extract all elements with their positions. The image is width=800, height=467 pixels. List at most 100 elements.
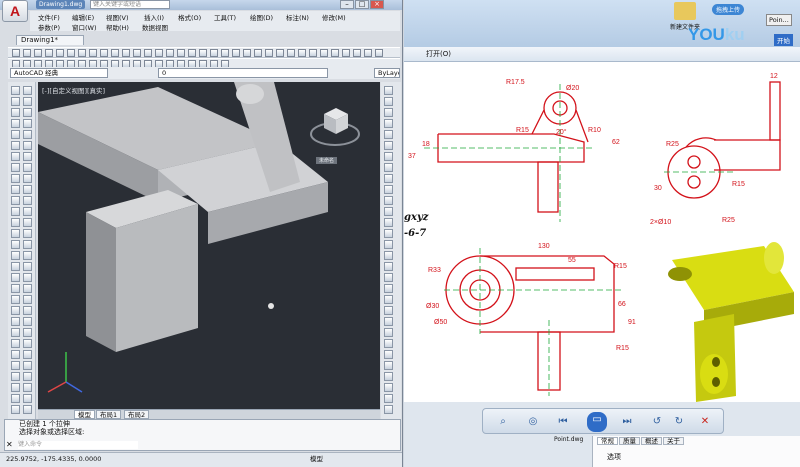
tool-button-icon[interactable]	[23, 317, 32, 326]
tool-button-icon[interactable]	[11, 86, 20, 95]
tool-button-icon[interactable]	[23, 108, 32, 117]
tool-button-icon[interactable]	[11, 262, 20, 271]
file-title-tab[interactable]: Drawing1.dwg	[36, 0, 86, 9]
tool-button-icon[interactable]	[384, 350, 393, 359]
tool-button-icon[interactable]	[23, 361, 32, 370]
tool-button-icon[interactable]	[23, 141, 32, 150]
menu-help[interactable]: 帮助(H)	[106, 22, 129, 32]
tool-button-icon[interactable]	[23, 196, 32, 205]
tool-button-icon[interactable]	[384, 196, 393, 205]
tool-button-icon[interactable]	[23, 49, 31, 57]
tool-button-icon[interactable]	[11, 97, 20, 106]
menu-dimension[interactable]: 标注(N)	[286, 12, 309, 22]
tool-button-icon[interactable]	[384, 141, 393, 150]
tool-button-icon[interactable]	[384, 339, 393, 348]
tool-button-icon[interactable]	[11, 141, 20, 150]
tool-button-icon[interactable]	[11, 383, 20, 392]
tool-button-icon[interactable]	[11, 284, 20, 293]
tool-button-icon[interactable]	[67, 49, 75, 57]
tool-button-icon[interactable]	[384, 97, 393, 106]
tool-button-icon[interactable]	[11, 306, 20, 315]
tool-button-icon[interactable]	[364, 49, 372, 57]
tool-button-icon[interactable]	[11, 372, 20, 381]
tool-button-icon[interactable]	[331, 49, 339, 57]
tool-button-icon[interactable]	[11, 130, 20, 139]
tool-button-icon[interactable]	[384, 372, 393, 381]
viewcube-label[interactable]: 未命名	[316, 157, 338, 164]
point-tab[interactable]: Poin...	[766, 14, 792, 26]
tool-button-icon[interactable]	[384, 218, 393, 227]
menu-file[interactable]: 文件(F)	[38, 12, 60, 22]
tool-button-icon[interactable]	[11, 185, 20, 194]
tool-button-icon[interactable]	[23, 152, 32, 161]
menu-view[interactable]: 视图(V)	[106, 12, 129, 22]
menu-window[interactable]: 窗口(W)	[72, 22, 97, 32]
application-menu-button[interactable]: A	[2, 0, 28, 22]
tool-button-icon[interactable]	[11, 163, 20, 172]
tool-button-icon[interactable]	[56, 49, 64, 57]
start-button[interactable]: 开始	[774, 34, 793, 46]
tool-button-icon[interactable]	[384, 251, 393, 260]
tool-button-icon[interactable]	[11, 394, 20, 403]
menu-modify[interactable]: 修改(M)	[322, 12, 346, 22]
tool-button-icon[interactable]	[23, 174, 32, 183]
tool-button-icon[interactable]	[11, 251, 20, 260]
viewcube-icon[interactable]	[308, 104, 363, 152]
tool-button-icon[interactable]	[384, 119, 393, 128]
menu-parametric[interactable]: 参数(P)	[38, 22, 60, 32]
tool-button-icon[interactable]	[23, 185, 32, 194]
tool-button-icon[interactable]	[384, 262, 393, 271]
tool-button-icon[interactable]	[11, 273, 20, 282]
tool-button-icon[interactable]	[11, 196, 20, 205]
tool-button-icon[interactable]	[384, 207, 393, 216]
tool-button-icon[interactable]	[298, 49, 306, 57]
tool-button-icon[interactable]	[221, 49, 229, 57]
tool-button-icon[interactable]	[23, 306, 32, 315]
tool-button-icon[interactable]	[11, 405, 20, 414]
tool-button-icon[interactable]	[23, 240, 32, 249]
tool-button-icon[interactable]	[11, 207, 20, 216]
tool-button-icon[interactable]	[188, 49, 196, 57]
command-input[interactable]: 键入命令	[18, 441, 138, 449]
tool-button-icon[interactable]	[144, 49, 152, 57]
zoom-icon[interactable]: ⌕	[495, 414, 511, 430]
tool-button-icon[interactable]	[23, 86, 32, 95]
command-close-icon[interactable]: ✕	[6, 440, 13, 449]
tool-button-icon[interactable]	[384, 328, 393, 337]
tool-button-icon[interactable]	[23, 229, 32, 238]
tool-button-icon[interactable]	[45, 49, 53, 57]
tool-button-icon[interactable]	[243, 49, 251, 57]
prev-icon[interactable]: ⏮	[555, 414, 571, 430]
menu-insert[interactable]: 插入(I)	[144, 12, 164, 22]
rotate-right-icon[interactable]: ↻	[671, 414, 687, 430]
model-status-button[interactable]: 模型	[310, 453, 323, 466]
tool-button-icon[interactable]	[23, 328, 32, 337]
tool-button-icon[interactable]	[11, 350, 20, 359]
tab-mass[interactable]: 质量	[619, 437, 640, 445]
model-viewport[interactable]: [-][自定义视图][真实] 未命名	[38, 82, 380, 410]
tool-button-icon[interactable]	[23, 383, 32, 392]
tool-button-icon[interactable]	[384, 317, 393, 326]
tool-button-icon[interactable]	[384, 306, 393, 315]
tool-button-icon[interactable]	[11, 119, 20, 128]
tool-button-icon[interactable]	[34, 49, 42, 57]
tool-button-icon[interactable]	[100, 49, 108, 57]
tool-button-icon[interactable]	[155, 49, 163, 57]
maximize-button[interactable]: □	[355, 0, 369, 9]
tool-button-icon[interactable]	[254, 49, 262, 57]
tool-button-icon[interactable]	[11, 229, 20, 238]
tool-button-icon[interactable]	[23, 97, 32, 106]
tool-button-icon[interactable]	[11, 339, 20, 348]
tab-model[interactable]: 模型	[74, 410, 95, 419]
tool-button-icon[interactable]	[11, 317, 20, 326]
tool-button-icon[interactable]	[384, 405, 393, 414]
color-select[interactable]: ByLayer	[374, 68, 400, 78]
tool-button-icon[interactable]	[166, 49, 174, 57]
tool-button-icon[interactable]	[11, 295, 20, 304]
layer-select[interactable]: 0	[158, 68, 328, 78]
tool-button-icon[interactable]	[122, 49, 130, 57]
menu-data-view[interactable]: 数据视图	[142, 22, 168, 32]
tool-button-icon[interactable]	[133, 49, 141, 57]
menu-tools[interactable]: 工具(T)	[214, 12, 236, 22]
tool-button-icon[interactable]	[384, 284, 393, 293]
